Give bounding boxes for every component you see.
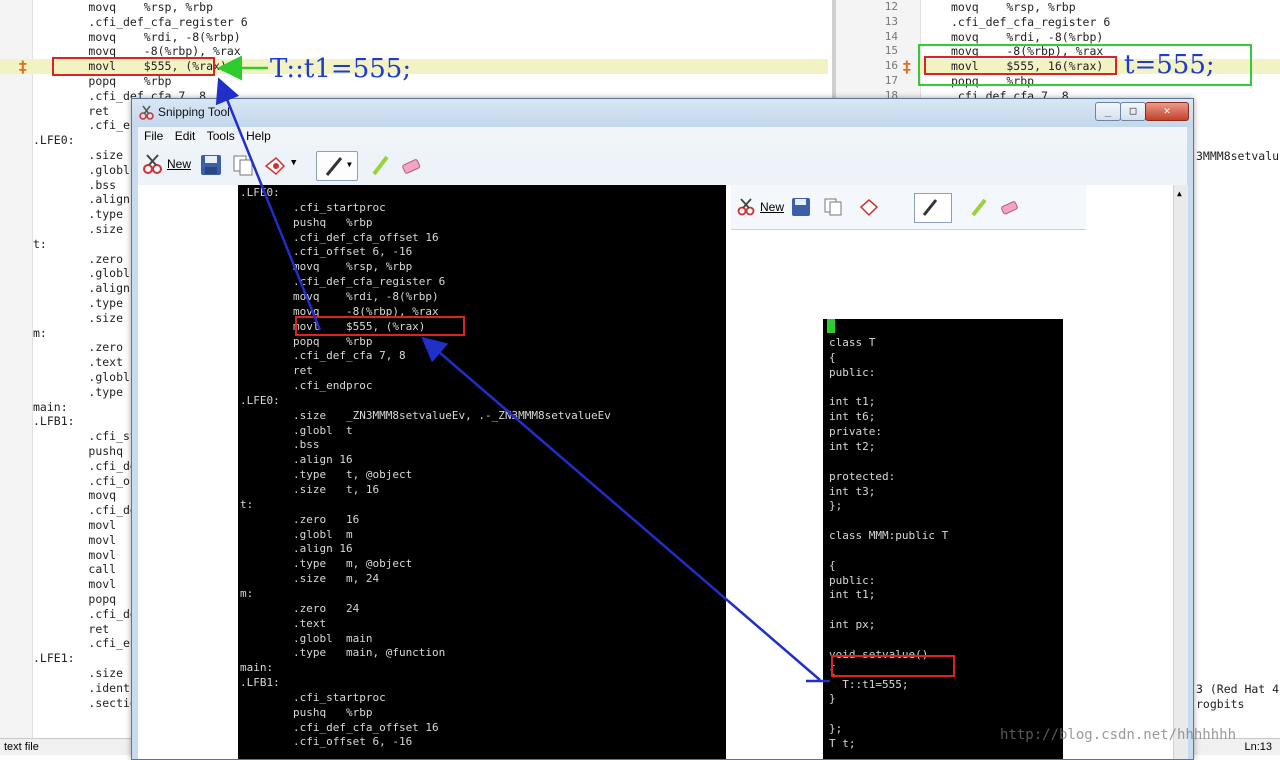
blue-arrow: [215, 77, 322, 331]
watermark: http://blog.csdn.net/hhhhhhh: [1000, 727, 1237, 743]
blue-arrow: [421, 336, 821, 681]
annotation-arrows: [215, 55, 830, 683]
